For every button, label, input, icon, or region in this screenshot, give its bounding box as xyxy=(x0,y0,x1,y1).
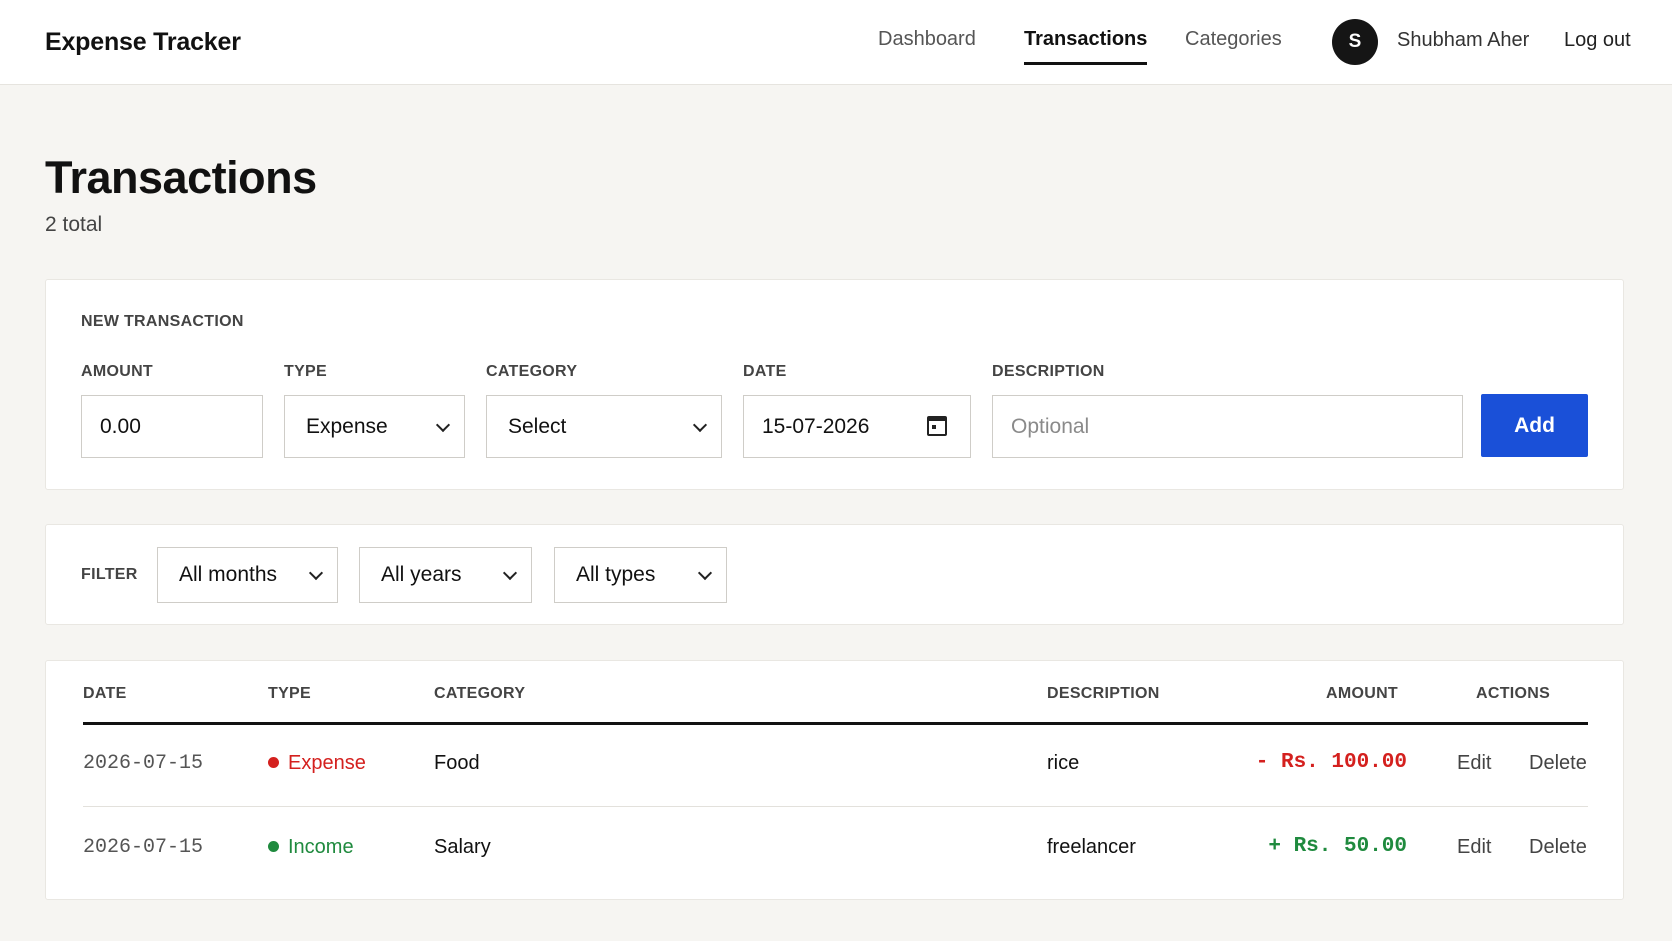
row-amount: - Rs. 100.00 xyxy=(1255,751,1407,774)
date-input[interactable]: 15-07-2026 xyxy=(743,395,971,458)
filter-label: FILTER xyxy=(81,566,138,583)
chevron-down-icon xyxy=(692,417,708,432)
category-select-value: Select xyxy=(508,414,567,438)
date-value: 15-07-2026 xyxy=(762,414,870,438)
income-dot-icon xyxy=(268,841,279,852)
chevron-down-icon xyxy=(697,565,713,581)
row-type-label: Expense xyxy=(288,752,366,774)
row-type: Expense xyxy=(268,752,366,775)
header-type[interactable]: TYPE xyxy=(268,685,311,703)
month-filter-value: All months xyxy=(179,563,278,586)
header-date[interactable]: DATE xyxy=(83,685,127,703)
user-avatar[interactable]: S xyxy=(1332,19,1378,65)
username-label: Shubham Aher xyxy=(1397,29,1530,51)
row-date: 2026-07-15 xyxy=(83,836,204,859)
row-date: 2026-07-15 xyxy=(83,752,204,775)
main-nav: Dashboard Transactions Categories S Shub… xyxy=(0,0,1672,85)
row-category: Salary xyxy=(434,836,491,858)
expense-dot-icon xyxy=(268,757,279,768)
description-placeholder: Optional xyxy=(1011,414,1090,438)
nav-dashboard[interactable]: Dashboard xyxy=(878,28,976,64)
header-description[interactable]: DESCRIPTION xyxy=(1047,685,1160,703)
nav-categories[interactable]: Categories xyxy=(1185,28,1282,64)
row-description: freelancer xyxy=(1047,836,1136,858)
transactions-table: DATE TYPE CATEGORY DESCRIPTION AMOUNT AC… xyxy=(45,660,1624,900)
category-label: CATEGORY xyxy=(486,363,578,380)
date-label: DATE xyxy=(743,363,787,380)
amount-input[interactable]: 0.00 xyxy=(81,395,263,458)
header-divider xyxy=(83,722,1588,725)
row-type-label: Income xyxy=(288,836,354,858)
year-filter-value: All years xyxy=(381,563,462,586)
logout-button[interactable]: Log out xyxy=(1564,29,1631,52)
new-transaction-card: NEW TRANSACTION AMOUNT 0.00 TYPE Expense… xyxy=(45,279,1624,490)
description-label: DESCRIPTION xyxy=(992,363,1105,380)
header-category[interactable]: CATEGORY xyxy=(434,685,525,703)
category-select[interactable]: Select xyxy=(486,395,722,458)
type-select[interactable]: Expense xyxy=(284,395,465,458)
filter-card: FILTER All months All years All types xyxy=(45,524,1624,625)
delete-button[interactable]: Delete xyxy=(1529,752,1587,775)
header-actions: ACTIONS xyxy=(1476,685,1551,702)
row-description: rice xyxy=(1047,752,1080,774)
amount-label: AMOUNT xyxy=(81,363,154,380)
type-filter-select[interactable]: All types xyxy=(554,547,727,603)
row-amount: + Rs. 50.00 xyxy=(1268,835,1407,858)
page-title: Transactions xyxy=(45,152,317,203)
type-filter-value: All types xyxy=(576,563,656,586)
add-button[interactable]: Add xyxy=(1481,394,1588,457)
type-label: TYPE xyxy=(284,363,327,380)
new-transaction-heading: NEW TRANSACTION xyxy=(81,313,244,330)
type-select-value: Expense xyxy=(306,414,388,438)
row-type: Income xyxy=(268,836,354,859)
month-filter-select[interactable]: All months xyxy=(157,547,338,603)
amount-value: 0.00 xyxy=(100,414,141,438)
nav-transactions[interactable]: Transactions xyxy=(1024,28,1148,65)
chevron-down-icon xyxy=(502,565,518,581)
transaction-count: 2 total xyxy=(45,213,103,236)
edit-button[interactable]: Edit xyxy=(1457,752,1491,775)
chevron-down-icon xyxy=(308,565,324,581)
row-divider xyxy=(83,806,1588,807)
description-input[interactable]: Optional xyxy=(992,395,1463,458)
row-category: Food xyxy=(434,752,480,774)
header-amount[interactable]: AMOUNT xyxy=(1326,685,1398,703)
delete-button[interactable]: Delete xyxy=(1529,836,1587,859)
year-filter-select[interactable]: All years xyxy=(359,547,532,603)
calendar-icon[interactable] xyxy=(927,416,947,436)
edit-button[interactable]: Edit xyxy=(1457,836,1491,859)
top-navbar: Expense Tracker Dashboard Transactions C… xyxy=(0,0,1672,85)
chevron-down-icon xyxy=(435,417,451,432)
